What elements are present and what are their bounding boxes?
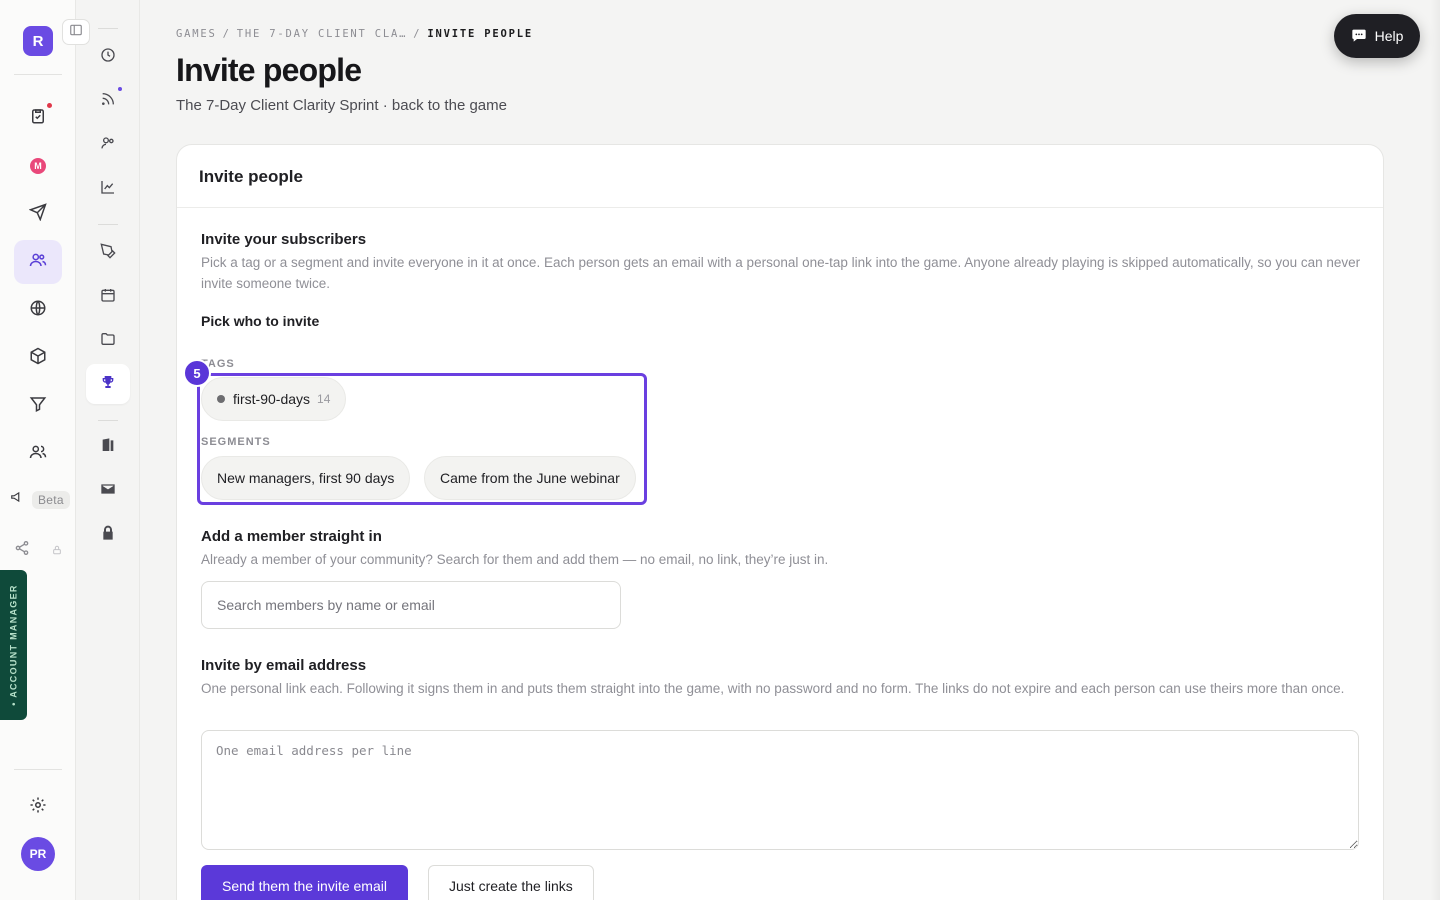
unread-dot <box>118 87 122 91</box>
trophy-icon <box>100 374 116 395</box>
nav-doors[interactable] <box>86 427 130 467</box>
back-to-game-link[interactable]: back to the game <box>392 97 507 114</box>
sidebar-item-beta[interactable]: Beta <box>10 490 70 509</box>
users-icon <box>29 251 47 274</box>
mail-brand-icon: M <box>30 158 46 174</box>
user-avatar[interactable]: PR <box>21 837 55 871</box>
card-title: Invite people <box>177 145 1383 208</box>
gear-icon <box>29 796 47 819</box>
door-icon <box>100 437 116 458</box>
pen-tool-icon <box>100 242 116 264</box>
sidebar-item-contacts[interactable] <box>14 432 62 476</box>
brand-logo[interactable]: R <box>23 26 53 56</box>
filter-icon <box>29 395 47 418</box>
sidebar-item-website[interactable] <box>14 288 62 332</box>
people-icon <box>29 443 47 466</box>
account-manager-tab[interactable]: • ACCOUNT MANAGER <box>0 570 27 720</box>
envelope-icon <box>100 481 116 502</box>
subscribers-description: Pick a tag or a segment and invite every… <box>201 255 1361 291</box>
sidebar-divider <box>98 224 118 225</box>
nav-design[interactable] <box>86 233 130 273</box>
notification-dot <box>47 103 52 108</box>
megaphone-icon <box>10 490 24 509</box>
pick-who-title: Pick who to invite <box>201 313 320 329</box>
nav-members[interactable] <box>86 125 130 165</box>
tag-chip[interactable]: first-90-days 14 <box>201 377 347 421</box>
sidebar-divider <box>14 74 62 75</box>
invite-card: Invite people Invite your subscribers Pi… <box>176 144 1384 900</box>
segments-label: SEGMENTS <box>201 436 271 448</box>
sidebar-item-share[interactable] <box>14 540 62 561</box>
nav-files[interactable] <box>86 321 130 361</box>
chat-bubble-icon <box>1351 27 1367 46</box>
add-member-title: Add a member straight in <box>201 528 382 545</box>
nav-games[interactable] <box>86 364 130 404</box>
users-icon <box>100 135 116 156</box>
tag-name: first-90-days <box>233 391 311 407</box>
subscribers-title: Invite your subscribers <box>201 231 367 248</box>
breadcrumb-separator: / <box>222 28 231 40</box>
tag-color-dot <box>217 395 225 403</box>
segment-chip[interactable]: Came from the June webinar <box>424 456 636 500</box>
clipboard-check-icon <box>29 107 47 130</box>
email-addresses-textarea[interactable] <box>201 730 1359 850</box>
scroll-edge <box>1430 0 1440 900</box>
sidebar-divider <box>14 769 62 770</box>
send-icon <box>28 202 47 226</box>
calendar-icon <box>100 287 116 308</box>
email-invite-title: Invite by email address <box>201 657 367 674</box>
box-icon <box>29 347 47 370</box>
sidebar-toggle-button[interactable] <box>62 19 90 45</box>
chart-line-icon <box>100 179 116 200</box>
game-name: The 7-Day Client Clarity Sprint · <box>176 97 392 114</box>
email-invite-description: One personal link each. Following it sig… <box>201 681 1345 696</box>
nav-calendar[interactable] <box>86 277 130 317</box>
folder-icon <box>100 331 116 352</box>
lock-icon <box>100 525 116 546</box>
page-title: Invite people <box>176 52 362 88</box>
globe-icon <box>29 299 47 322</box>
tour-step-badge: 5 <box>183 359 211 387</box>
account-manager-label: • ACCOUNT MANAGER <box>8 584 19 706</box>
nav-locked[interactable] <box>86 515 130 555</box>
help-button[interactable]: Help <box>1334 14 1420 58</box>
sidebar-divider <box>98 28 118 29</box>
primary-sidebar: R M Beta • ACCOUNT MANAGER PR <box>0 0 76 900</box>
nav-feed[interactable] <box>86 81 130 121</box>
clock-icon <box>100 47 116 68</box>
settings-button[interactable] <box>14 785 62 829</box>
sidebar-item-mail[interactable]: M <box>14 144 62 188</box>
breadcrumb-separator: / <box>413 28 422 40</box>
tag-count: 14 <box>317 392 331 406</box>
breadcrumb-game[interactable]: THE 7-DAY CLIENT CLA… <box>237 28 408 40</box>
breadcrumb-games[interactable]: GAMES <box>176 28 217 40</box>
add-member-description: Already a member of your community? Sear… <box>201 552 829 567</box>
sidebar-divider <box>98 420 118 421</box>
help-label: Help <box>1374 28 1404 44</box>
secondary-sidebar <box>76 0 140 900</box>
beta-badge: Beta <box>32 490 70 509</box>
sidebar-item-send[interactable] <box>14 192 62 236</box>
page-subtitle: The 7-Day Client Clarity Sprint · back t… <box>176 97 507 114</box>
sidebar-item-products[interactable] <box>14 336 62 380</box>
sidebar-item-funnels[interactable] <box>14 384 62 428</box>
breadcrumb-current: INVITE PEOPLE <box>427 28 534 40</box>
segment-chip[interactable]: New managers, first 90 days <box>201 456 411 500</box>
lock-icon <box>52 542 62 560</box>
sidebar-item-tasks[interactable] <box>14 96 62 140</box>
breadcrumb: GAMES / THE 7-DAY CLIENT CLA… / INVITE PEOPL… <box>176 28 533 40</box>
send-invite-email-button[interactable]: Send them the invite email <box>201 865 408 900</box>
sidebar-panel-icon <box>69 23 83 42</box>
rss-icon <box>100 91 116 112</box>
share-icon <box>14 540 30 561</box>
sidebar-item-community[interactable] <box>14 240 62 284</box>
nav-recent[interactable] <box>86 37 130 77</box>
member-search-input[interactable] <box>201 581 621 629</box>
nav-analytics[interactable] <box>86 169 130 209</box>
create-links-button[interactable]: Just create the links <box>428 865 594 900</box>
nav-email[interactable] <box>86 471 130 511</box>
